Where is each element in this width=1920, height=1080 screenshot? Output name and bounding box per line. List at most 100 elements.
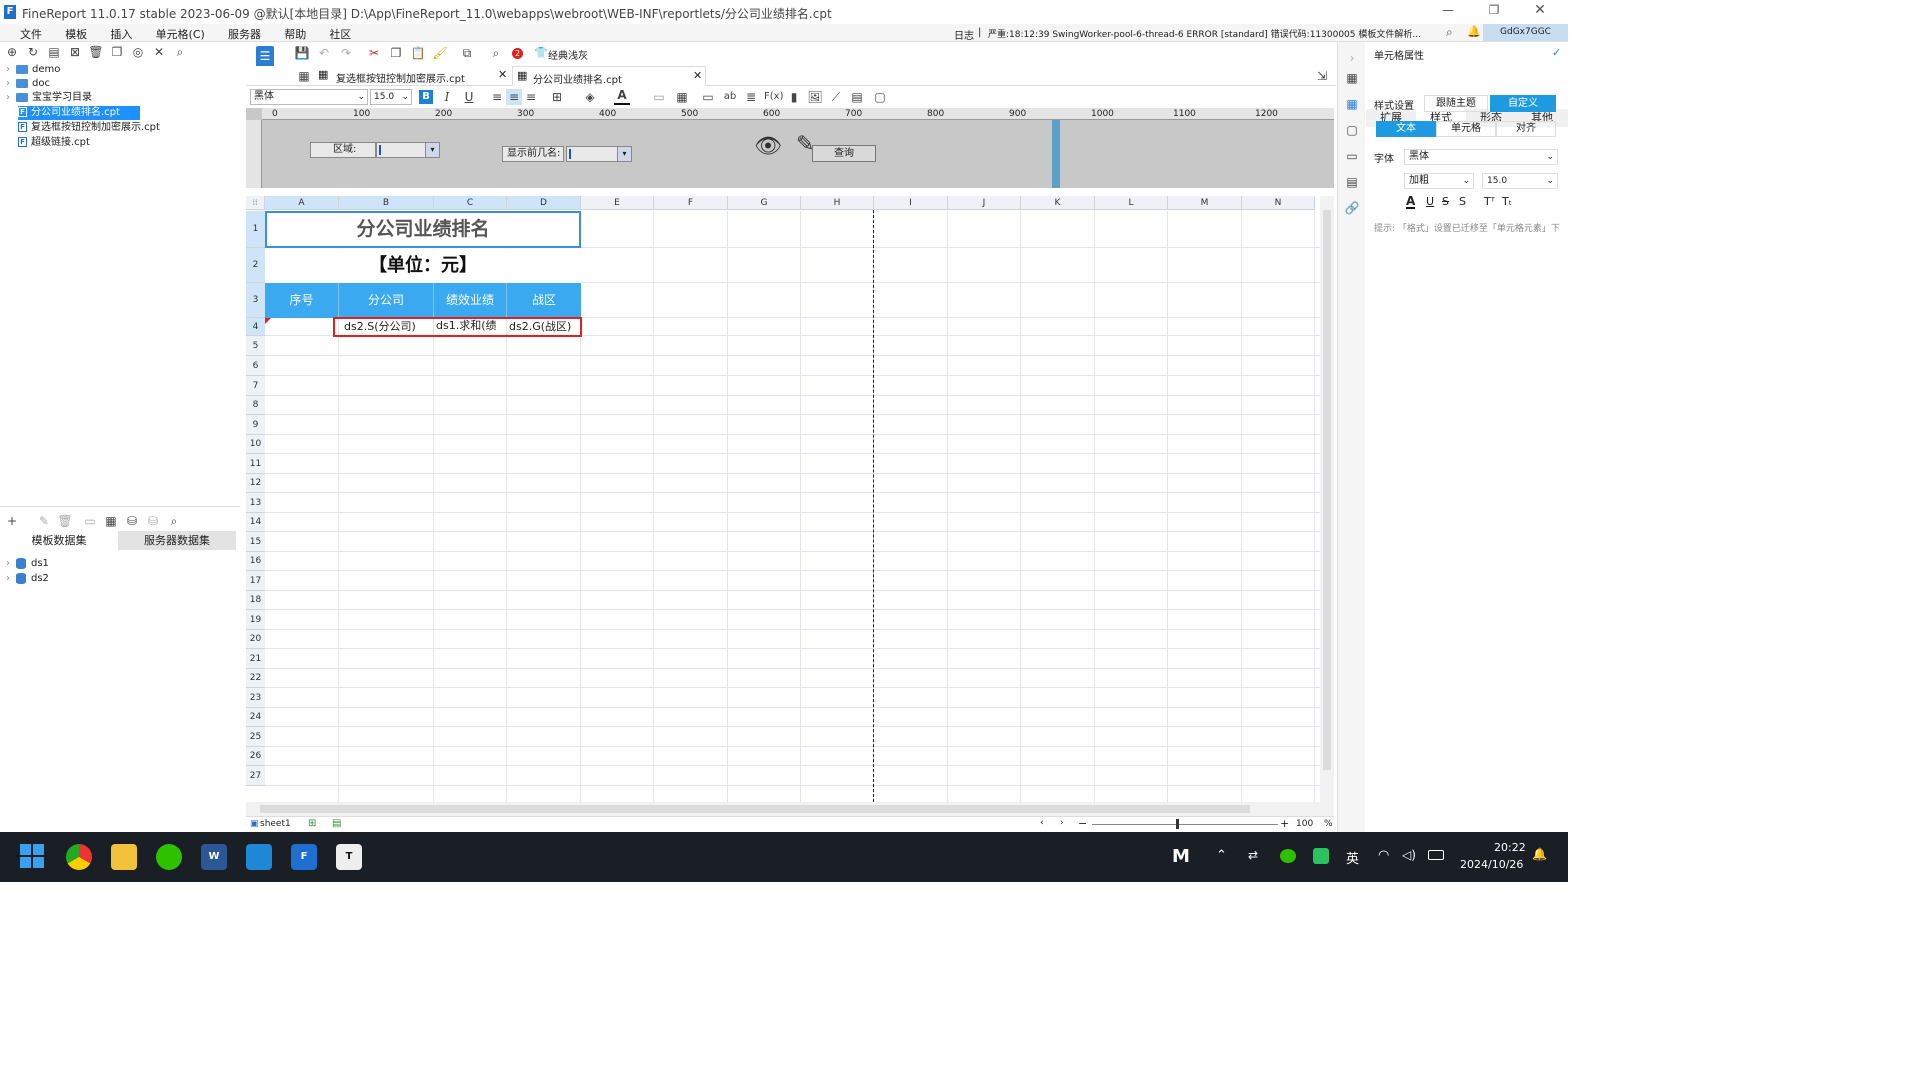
preview-icon[interactable]: ⌕ xyxy=(488,45,504,61)
minimize-icon[interactable]: — xyxy=(1438,3,1458,19)
tree-file[interactable]: F 复选框按钮控制加密展示.cpt xyxy=(18,121,160,135)
header-cell-branch[interactable]: 分公司 xyxy=(339,283,434,318)
template-params-icon[interactable]: ⧉ xyxy=(459,45,475,61)
topn-input[interactable]: ▾ xyxy=(566,146,632,162)
vertical-scrollbar[interactable] xyxy=(1320,196,1334,802)
header-cell-seq[interactable]: 序号 xyxy=(265,283,339,318)
wifi-icon[interactable]: ◠ xyxy=(1378,848,1389,863)
cell-element-icon[interactable]: ▦ xyxy=(1344,96,1360,112)
unit-cell[interactable]: 【单位：元】 xyxy=(265,249,581,283)
lock-icon[interactable]: ⊠ xyxy=(67,44,83,60)
italic-button[interactable]: I xyxy=(439,89,455,105)
row-header[interactable]: 27 xyxy=(246,766,265,786)
tree-file-selected[interactable]: F 分公司业绩排名.cpt xyxy=(18,106,140,120)
add-form-icon[interactable]: ▤ xyxy=(332,818,341,829)
file-explorer-icon[interactable] xyxy=(111,844,137,870)
ime-indicator[interactable]: 英 xyxy=(1346,848,1359,867)
row-header[interactable]: 2 xyxy=(246,248,265,283)
row-header[interactable]: 24 xyxy=(246,708,265,727)
font-color-icon[interactable]: A xyxy=(614,89,630,105)
add-dataset-icon[interactable]: + xyxy=(4,513,20,529)
widget-icon[interactable]: ▭ xyxy=(1344,148,1360,164)
collapse-icon[interactable]: ✕ xyxy=(151,44,167,60)
clock-time[interactable]: 20:22 xyxy=(1494,841,1526,854)
delete-icon[interactable]: 🗑 xyxy=(88,44,104,60)
text-icon[interactable]: ab xyxy=(722,89,738,105)
font-select[interactable]: 黑体 ⌄ xyxy=(250,89,368,105)
font-family-select[interactable]: 黑体 ⌄ xyxy=(1404,149,1558,165)
column-header[interactable]: C xyxy=(434,196,507,210)
follow-theme-button[interactable]: 跟随主题 xyxy=(1424,95,1488,112)
close-tab-icon[interactable]: ✕ xyxy=(693,69,702,82)
row-header[interactable]: 6 xyxy=(246,356,265,376)
row-header[interactable]: 23 xyxy=(246,688,265,708)
row-header[interactable]: 9 xyxy=(246,415,265,435)
row-header[interactable]: 22 xyxy=(246,669,265,688)
row-header[interactable]: 4 xyxy=(246,318,265,336)
search-tree-icon[interactable]: ⌕ xyxy=(172,44,188,60)
start-icon[interactable] xyxy=(20,844,46,870)
row-header[interactable]: 8 xyxy=(246,396,265,415)
row-header[interactable]: 3 xyxy=(246,283,265,318)
menu-template[interactable]: 模板 xyxy=(65,28,87,41)
bold-button[interactable]: B xyxy=(419,90,433,104)
scroll-thumb[interactable] xyxy=(1323,210,1331,770)
align-right-icon[interactable]: ≡ xyxy=(523,89,539,105)
subtab-cell[interactable]: 单元格 xyxy=(1436,121,1496,137)
tray-wechat-icon[interactable] xyxy=(1280,849,1296,863)
user-badge[interactable]: GdGx7GGC xyxy=(1483,24,1568,41)
dataset-item[interactable]: › ds1 xyxy=(6,557,49,571)
pane-resize-bar[interactable] xyxy=(1052,120,1060,188)
collapse-arrow-icon[interactable]: › xyxy=(1344,50,1360,66)
tree-folder-doc[interactable]: › doc xyxy=(6,77,50,91)
float-element-icon[interactable]: ▢ xyxy=(1344,122,1360,138)
preview-icon[interactable]: ▭ xyxy=(82,513,98,529)
row-header[interactable]: 15 xyxy=(246,532,265,552)
menu-insert[interactable]: 插入 xyxy=(110,28,132,41)
doc-tab-active[interactable]: ▦ 分公司业绩排名.cpt ✕ xyxy=(512,66,706,86)
redo-icon[interactable]: ↷ xyxy=(338,45,354,61)
dataset-item[interactable]: › ds2 xyxy=(6,572,49,586)
locate-icon[interactable]: ◎ xyxy=(130,44,146,60)
font-weight-select[interactable]: 加粗 ⌄ xyxy=(1404,173,1474,189)
next-page-icon[interactable]: › xyxy=(1060,818,1064,828)
subtab-align[interactable]: 对齐 xyxy=(1496,121,1556,137)
cut-icon[interactable]: ✂ xyxy=(366,45,382,61)
typora-icon[interactable]: T xyxy=(336,844,362,870)
font-color-icon[interactable]: A xyxy=(1406,195,1416,209)
slash-icon[interactable]: ⟋ xyxy=(828,89,844,105)
zoom-thumb[interactable] xyxy=(1176,819,1179,829)
tray-m-icon[interactable]: M xyxy=(1172,846,1190,867)
row-header[interactable]: 1 xyxy=(246,211,265,248)
column-header[interactable]: B xyxy=(339,196,434,210)
column-header[interactable]: I xyxy=(874,196,948,210)
chart-icon[interactable]: ▮ xyxy=(786,89,802,105)
format-painter-icon[interactable]: 🖌 xyxy=(432,45,448,61)
query-button[interactable]: 查询 xyxy=(812,145,876,162)
doc-tab-inactive[interactable]: ▦ 复选框按钮控制加密展示.cpt ✕ xyxy=(316,66,512,86)
row-header[interactable]: 17 xyxy=(246,571,265,591)
add-sheet-icon[interactable]: ⊞ xyxy=(308,818,316,829)
column-header[interactable]: D xyxy=(507,196,581,210)
horizontal-scrollbar[interactable] xyxy=(246,802,1334,816)
search-dataset-icon[interactable]: ⌕ xyxy=(166,513,182,529)
dataset-params-icon[interactable]: ▦ xyxy=(103,513,119,529)
log-link[interactable]: 日志 xyxy=(954,27,974,42)
database-icon[interactable]: ⛁ xyxy=(124,513,140,529)
row-header[interactable]: 26 xyxy=(246,747,265,766)
grid-view-icon[interactable]: ▦ xyxy=(296,68,312,84)
row-header[interactable]: 10 xyxy=(246,435,265,454)
column-header[interactable]: H xyxy=(801,196,874,210)
row-header[interactable]: 12 xyxy=(246,474,265,493)
zoom-in-icon[interactable]: + xyxy=(1280,817,1289,830)
menu-community[interactable]: 社区 xyxy=(329,28,351,41)
expand-panel-icon[interactable]: ⇲ xyxy=(1314,68,1330,84)
wrap-icon[interactable]: ≣ xyxy=(743,89,759,105)
combo-dropdown-icon[interactable]: ▾ xyxy=(425,143,439,157)
tab-template-dataset[interactable]: 模板数据集 xyxy=(0,531,118,550)
pin-icon[interactable]: ✓ xyxy=(1552,46,1561,59)
row-header[interactable]: 14 xyxy=(246,513,265,532)
paste-icon[interactable]: 📋 xyxy=(410,45,426,61)
refresh-icon[interactable]: ↻ xyxy=(25,44,41,60)
row-header[interactable]: 7 xyxy=(246,376,265,396)
